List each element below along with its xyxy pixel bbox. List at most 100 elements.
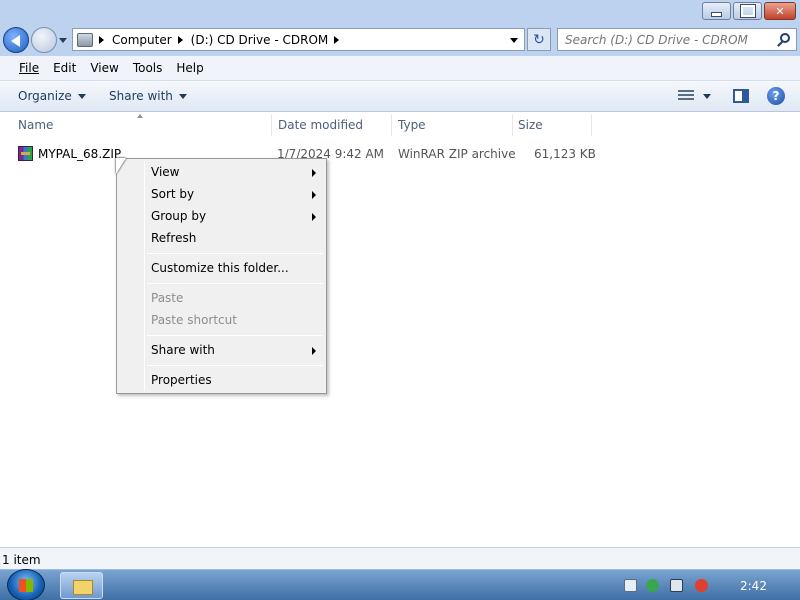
ctx-paste: Paste	[151, 291, 183, 305]
share-with-button[interactable]: Share with	[109, 89, 187, 103]
item-count: 1 item	[2, 553, 41, 567]
action-center-icon[interactable]	[624, 579, 637, 592]
menu-file-label: File	[19, 61, 40, 75]
column-headers: Name Date modified Type Size	[0, 112, 800, 138]
column-name[interactable]: Name	[18, 118, 53, 132]
help-icon[interactable]: ?	[767, 87, 785, 105]
change-view-icon[interactable]	[678, 90, 694, 102]
menu-view-label: View	[90, 61, 119, 75]
menu-help-label: Help	[176, 61, 204, 75]
ctx-share-with[interactable]: Share with	[151, 343, 215, 357]
ctx-group-by-label: Group by	[151, 209, 207, 223]
ctx-properties[interactable]: Properties	[151, 373, 212, 387]
menu-edit-label: Edit	[53, 61, 77, 75]
recent-pages-dropdown-icon[interactable]	[59, 38, 67, 43]
ctx-properties-label: Properties	[151, 373, 212, 387]
security-shield-icon[interactable]	[646, 579, 659, 592]
refresh-icon: ↻	[533, 31, 545, 48]
submenu-arrow-icon	[312, 169, 316, 177]
search-input[interactable]	[558, 29, 768, 50]
chevron-right-icon[interactable]	[334, 35, 340, 44]
column-divider[interactable]	[512, 114, 513, 136]
menu-separator	[147, 335, 323, 336]
column-divider[interactable]	[591, 114, 592, 136]
ctx-customize-folder-label: Customize this folder...	[151, 261, 289, 275]
title-bar: ✕	[0, 0, 800, 24]
close-button[interactable]: ✕	[764, 2, 796, 20]
menu-edit[interactable]: Edit	[46, 61, 83, 75]
menu-bar: File Edit View Tools Help	[0, 56, 800, 81]
preview-pane-icon[interactable]	[733, 89, 749, 103]
maximize-button[interactable]	[733, 2, 762, 20]
chevron-down-icon	[77, 93, 86, 99]
mouse-cursor-icon	[116, 158, 126, 174]
column-divider[interactable]	[391, 114, 392, 136]
share-with-label: Share with	[109, 89, 173, 103]
volume-muted-icon[interactable]	[695, 579, 708, 592]
search-icon[interactable]	[780, 33, 790, 43]
column-size[interactable]: Size	[518, 118, 543, 132]
ctx-paste-shortcut-label: Paste shortcut	[151, 313, 237, 327]
window-controls: ✕	[702, 2, 796, 20]
file-size: 61,123 KB	[534, 147, 596, 161]
search-box[interactable]	[557, 28, 797, 51]
ctx-group-by[interactable]: Group by	[151, 209, 206, 223]
minimize-button[interactable]	[702, 2, 731, 20]
refresh-button[interactable]: ↻	[527, 28, 551, 51]
ctx-refresh[interactable]: Refresh	[151, 231, 196, 245]
file-type: WinRAR ZIP archive	[398, 147, 516, 161]
file-name[interactable]: MYPAL_68.ZIP	[38, 147, 121, 161]
menu-separator	[147, 253, 323, 254]
network-icon[interactable]	[670, 579, 683, 592]
view-options-chevron-icon[interactable]	[703, 94, 711, 99]
chevron-down-icon	[178, 93, 187, 99]
breadcrumb-computer[interactable]: Computer	[112, 33, 172, 47]
ctx-view-label: View	[151, 165, 180, 179]
menu-separator	[147, 365, 323, 366]
sort-indicator-icon	[137, 114, 143, 118]
menu-tools[interactable]: Tools	[126, 61, 170, 75]
status-bar: 1 item	[0, 547, 800, 569]
chevron-right-icon[interactable]	[177, 35, 183, 44]
address-history-dropdown-icon[interactable]	[510, 38, 518, 43]
address-bar[interactable]: Computer (D:) CD Drive - CDROM	[72, 28, 525, 51]
submenu-arrow-icon	[312, 191, 316, 199]
forward-button[interactable]	[31, 27, 57, 53]
menu-help[interactable]: Help	[169, 61, 210, 75]
organize-button[interactable]: Organize	[18, 89, 86, 103]
breadcrumb-cd-drive[interactable]: (D:) CD Drive - CDROM	[191, 33, 329, 47]
menu-view[interactable]: View	[83, 61, 125, 75]
ctx-view[interactable]: View	[151, 165, 179, 179]
ctx-share-with-label: Share with	[151, 343, 215, 357]
chevron-right-icon[interactable]	[99, 35, 104, 44]
column-type[interactable]: Type	[398, 118, 426, 132]
menu-file[interactable]: File	[12, 61, 46, 75]
submenu-arrow-icon	[312, 347, 316, 355]
ctx-paste-shortcut: Paste shortcut	[151, 313, 237, 327]
ctx-sort-by[interactable]: Sort by	[151, 187, 194, 201]
start-button[interactable]	[7, 569, 45, 600]
column-date-modified[interactable]: Date modified	[278, 118, 363, 132]
clock[interactable]: 2:42	[740, 579, 767, 593]
taskbar-explorer-button[interactable]	[60, 572, 103, 599]
ctx-paste-label: Paste	[151, 291, 184, 305]
winrar-zip-icon	[18, 146, 33, 161]
maximize-icon	[734, 3, 761, 19]
command-bar: Organize Share with ?	[0, 81, 800, 112]
ctx-customize-folder[interactable]: Customize this folder...	[151, 261, 289, 275]
context-menu-gutter	[144, 161, 145, 391]
back-button[interactable]	[3, 27, 29, 53]
menu-separator	[147, 283, 323, 284]
close-icon: ✕	[775, 4, 785, 18]
submenu-arrow-icon	[312, 213, 316, 221]
ctx-refresh-label: Refresh	[151, 231, 197, 245]
ctx-sort-by-label: Sort by	[151, 187, 195, 201]
column-divider[interactable]	[271, 114, 272, 136]
taskbar: 2:42	[0, 569, 800, 600]
context-menu: View Sort by Group by Refresh Customize …	[116, 158, 327, 394]
navigation-bar: Computer (D:) CD Drive - CDROM ↻	[0, 24, 800, 56]
drive-icon	[77, 32, 93, 47]
menu-tools-label: Tools	[132, 61, 163, 75]
organize-label: Organize	[18, 89, 72, 103]
minimize-icon	[703, 3, 730, 19]
